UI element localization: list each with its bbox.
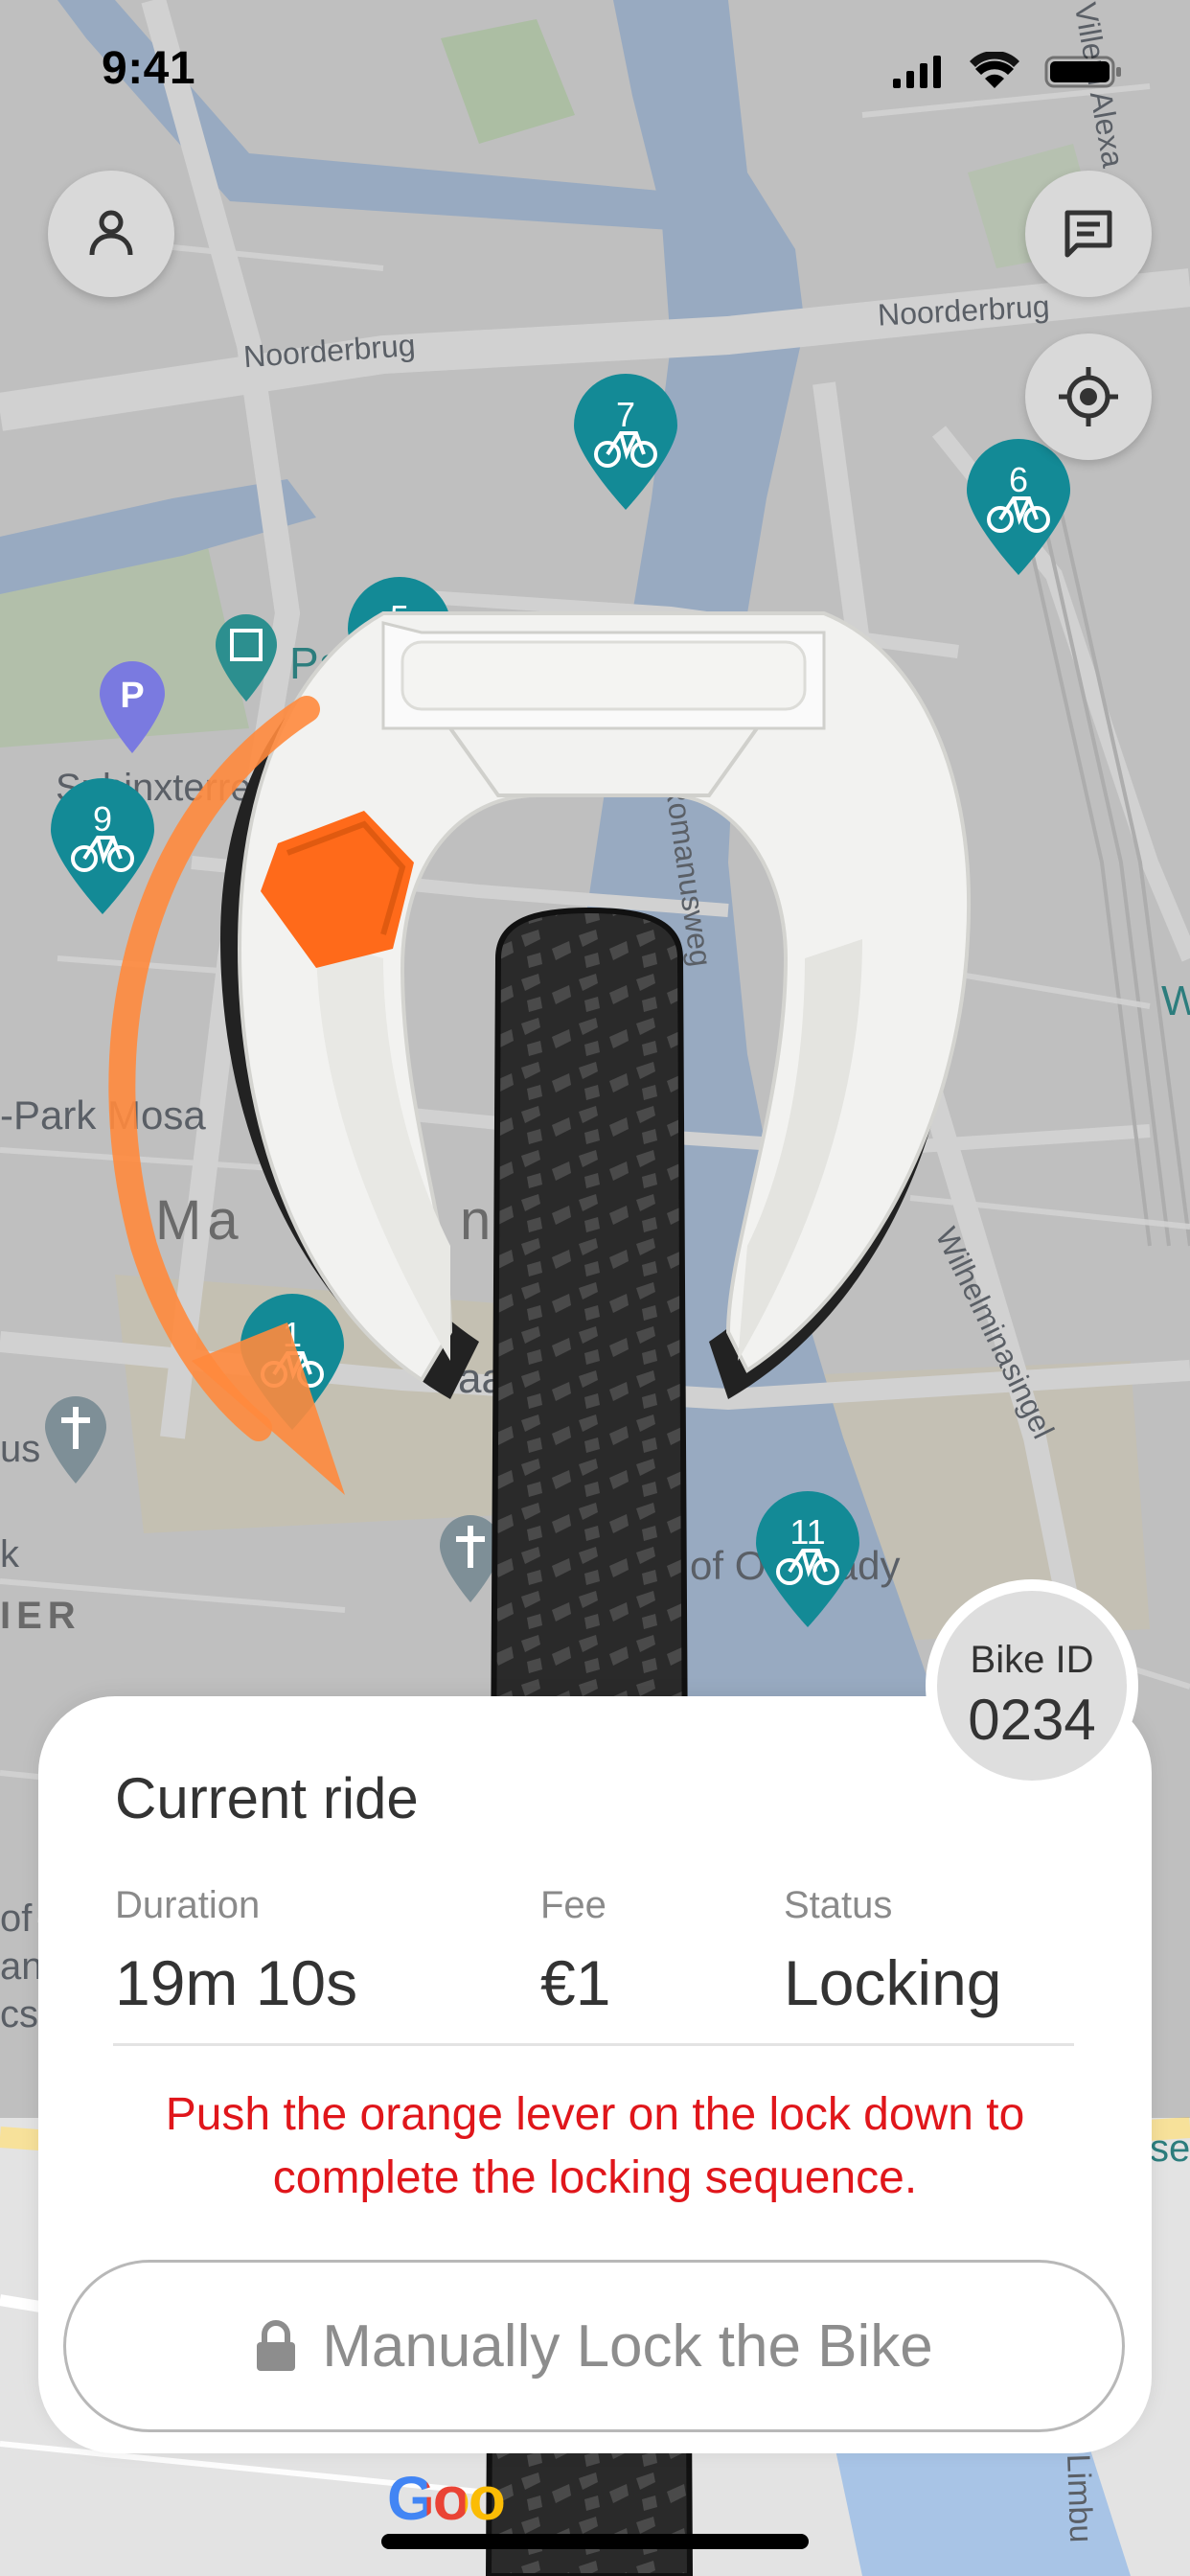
map-pin-icon — [51, 778, 154, 914]
map-pin-icon — [348, 577, 451, 713]
messages-button[interactable] — [1025, 171, 1152, 297]
locate-me-button[interactable] — [1025, 334, 1152, 460]
bike-station-pin[interactable]: 6 — [964, 437, 1073, 577]
crosshair-icon — [1059, 367, 1118, 426]
status-icons — [893, 52, 1121, 88]
locking-instruction: Push the orange lever on the lock down t… — [165, 2089, 1025, 2203]
manual-lock-button[interactable]: Manually Lock the Bike — [63, 2260, 1125, 2432]
status-time: 9:41 — [102, 43, 196, 94]
map-label-us: us — [0, 1428, 41, 1470]
map-pin-icon — [240, 1294, 344, 1430]
pin-number: 1 — [282, 1315, 303, 1354]
stat-duration: Duration 19m 10s — [115, 1884, 357, 2019]
home-indicator[interactable] — [381, 2534, 809, 2549]
person-icon — [89, 210, 133, 256]
stat-status: Status Locking — [784, 1884, 1002, 2019]
profile-button[interactable] — [48, 171, 174, 297]
map-label-w: W — [1161, 978, 1190, 1024]
bike-id-label: Bike ID — [970, 1639, 1094, 1681]
stat-value: 19m 10s — [115, 1947, 358, 2018]
map-label-aa: aa — [458, 1355, 505, 1402]
map-label-k: k — [0, 1533, 19, 1576]
bike-id-badge: Bike ID 0234 — [926, 1579, 1138, 1792]
pin-number: 7 — [615, 395, 636, 434]
map-label-pa: Pa — [289, 638, 344, 688]
pin-number: 9 — [92, 799, 113, 839]
map-label-ser: sei — [1150, 2128, 1190, 2170]
padlock-icon — [257, 2320, 296, 2371]
pin-number: 6 — [1008, 460, 1029, 499]
divider — [113, 2043, 1074, 2046]
map-label-limbu: Limbu — [1060, 2453, 1100, 2543]
chat-icon — [1064, 210, 1112, 258]
pin-number: 5 — [389, 598, 410, 637]
bike-station-pin[interactable]: 1 — [238, 1292, 347, 1432]
pin-number: 11 — [790, 1512, 826, 1552]
bike-station-pin[interactable]: 5 — [345, 575, 454, 715]
manual-lock-label: Manually Lock the Bike — [322, 2312, 933, 2380]
map-label-nt: nt — [460, 1189, 518, 1252]
svg-text:P: P — [120, 676, 144, 716]
museum-icon — [216, 614, 277, 702]
map-label-park-mosa: -Park Mosa — [0, 1092, 206, 1138]
google-logo-text: Goo — [387, 2464, 506, 2533]
map-pin-icon — [967, 439, 1070, 575]
status-bar: 9:41 — [0, 0, 1190, 144]
bike-station-pin[interactable]: 11 — [753, 1489, 862, 1629]
app-root: Noorderbrug Noorderbrug Franciscus Roman… — [0, 0, 1190, 2576]
stat-value: Locking — [784, 1947, 1002, 2018]
map-label-an: an — [0, 1945, 43, 1988]
map-pin-icon — [756, 1491, 859, 1627]
bike-station-pin[interactable]: 7 — [571, 372, 680, 512]
parking-icon: P — [100, 661, 165, 753]
church-icon-left — [45, 1396, 106, 1484]
bike-station-pin[interactable]: 9 — [48, 776, 157, 916]
stat-label: Fee — [540, 1884, 606, 1926]
bike-id-value: 0234 — [968, 1688, 1096, 1752]
card-title: Current ride — [115, 1766, 419, 1830]
battery-icon — [1044, 56, 1121, 88]
map-label-of: of — [0, 1898, 33, 1940]
signal-icon — [893, 56, 941, 88]
map-pin-icon — [574, 374, 677, 510]
current-ride-card: Current ride Duration 19m 10s Fee €1 Sta… — [38, 1696, 1152, 2453]
map-label-ier: IER — [0, 1595, 81, 1637]
map-label-ma: Ma — [155, 1189, 244, 1252]
stat-value: €1 — [540, 1947, 611, 2018]
google-logo: Goo — [387, 2463, 506, 2534]
wifi-icon — [970, 52, 1019, 88]
map-label-cs: cs — [0, 1993, 38, 2036]
church-icon-center — [440, 1515, 501, 1602]
stat-label: Duration — [115, 1884, 261, 1926]
stat-fee: Fee €1 — [540, 1884, 610, 2019]
stat-label: Status — [784, 1884, 893, 1926]
